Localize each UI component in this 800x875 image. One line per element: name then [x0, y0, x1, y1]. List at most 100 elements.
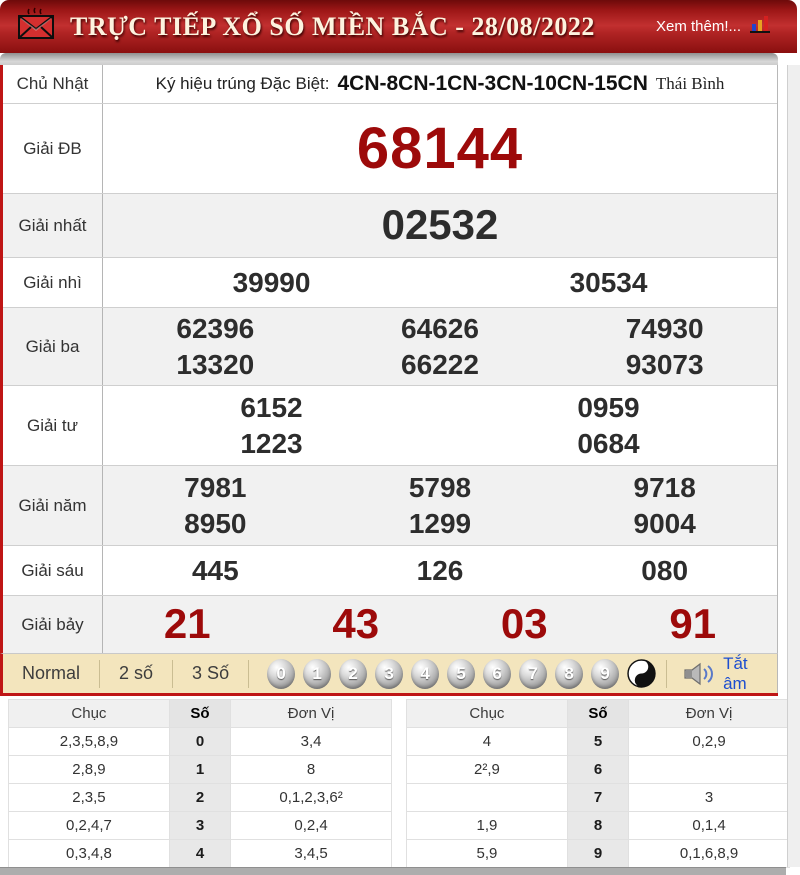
digit-cell: 9: [567, 840, 628, 868]
yin-yang-icon[interactable]: [627, 659, 656, 688]
digit-cell: 4: [169, 840, 230, 868]
toolbar-divider: [248, 660, 249, 688]
vertical-scrollbar[interactable]: [787, 65, 800, 867]
prize-number: 6152: [240, 391, 302, 425]
mode-3-digits[interactable]: 3 Số: [183, 663, 238, 684]
prize-number: 03: [501, 599, 548, 649]
prize-row-first: Giải nhất 02532: [3, 193, 777, 257]
prize-number: 126: [417, 554, 464, 588]
prize-label: Giải nhất: [3, 194, 103, 257]
prize-number: 7981: [184, 471, 246, 505]
prize-row-fifth: Giải năm 7981 5798 9718 8950 1299 9004: [3, 465, 777, 545]
units-cell: 3: [629, 784, 790, 812]
digit-table-right: Chục Số Đơn Vị 4 5 0,2,9 2²,9 6 7 3: [406, 699, 790, 868]
units-cell: 0,2,4: [231, 812, 392, 840]
prize-number: 0959: [577, 391, 639, 425]
prize-row-special: Giải ĐB 68144: [3, 103, 777, 193]
units-cell: 8: [231, 756, 392, 784]
digit-ball-3[interactable]: 3: [375, 659, 403, 689]
units-cell: [629, 756, 790, 784]
prize-label: Giải bảy: [3, 596, 103, 653]
units-cell: 0,2,9: [629, 728, 790, 756]
prize-number: 66222: [401, 348, 479, 382]
digit-ball-6[interactable]: 6: [483, 659, 511, 689]
symbol-label: Ký hiệu trúng Đặc Biệt:: [156, 74, 330, 94]
units-cell: 3,4,5: [231, 840, 392, 868]
prize-row-seventh: Giải bảy 21 43 03 91: [3, 595, 777, 653]
tens-cell: 4: [407, 728, 568, 756]
prize-number: 5798: [409, 471, 471, 505]
prize-number: 21: [164, 599, 211, 649]
prize-label: Giải sáu: [3, 546, 103, 595]
table-row: 2,8,9 1 8: [9, 756, 392, 784]
prize-number: 91: [669, 599, 716, 649]
horizontal-scrollbar[interactable]: [0, 867, 786, 875]
prize-number: 1299: [409, 507, 471, 541]
prize-label: Giải nhì: [3, 258, 103, 307]
digit-ball-9[interactable]: 9: [591, 659, 619, 689]
units-cell: 3,4: [231, 728, 392, 756]
digit-ball-1[interactable]: 1: [303, 659, 331, 689]
speaker-icon: [683, 662, 717, 686]
tens-cell: 0,3,4,8: [9, 840, 170, 868]
prize-number: 8950: [184, 507, 246, 541]
digit-cell: 6: [567, 756, 628, 784]
tens-cell: 1,9: [407, 812, 568, 840]
header-divider-strip: [0, 53, 778, 65]
prize-label: Giải năm: [3, 466, 103, 545]
prize-row-third: Giải ba 62396 64626 74930 13320 66222 93…: [3, 307, 777, 385]
bar-chart-icon[interactable]: [749, 13, 771, 40]
toolbar-divider: [99, 660, 100, 688]
digit-ball-4[interactable]: 4: [411, 659, 439, 689]
digit-ball-8[interactable]: 8: [555, 659, 583, 689]
mode-normal[interactable]: Normal: [13, 663, 89, 684]
prize-number: 02532: [382, 200, 499, 250]
table-row: 0,2,4,7 3 0,2,4: [9, 812, 392, 840]
toolbar-divider: [666, 660, 667, 688]
prize-row-second: Giải nhì 39990 30534: [3, 257, 777, 307]
digit-cell: 7: [567, 784, 628, 812]
digit-cell: 5: [567, 728, 628, 756]
table-row: 0,3,4,8 4 3,4,5: [9, 840, 392, 868]
tens-cell: 2²,9: [407, 756, 568, 784]
col-header-units: Đơn Vị: [629, 700, 790, 728]
digit-cell: 0: [169, 728, 230, 756]
tens-cell: 2,3,5: [9, 784, 170, 812]
mute-button[interactable]: Tắt âm: [683, 654, 767, 694]
prize-number: 74930: [626, 312, 704, 346]
prize-label: Giải ĐB: [3, 104, 103, 193]
draw-day: Chủ Nhật: [3, 65, 103, 103]
prize-row-sixth: Giải sáu 445 126 080: [3, 545, 777, 595]
table-row: 2²,9 6: [407, 756, 790, 784]
table-row: 1,9 8 0,1,4: [407, 812, 790, 840]
prize-number: 0684: [577, 427, 639, 461]
prize-number: 080: [641, 554, 688, 588]
prize-number: 64626: [401, 312, 479, 346]
prize-number: 30534: [570, 266, 648, 300]
prize-number: 62396: [176, 312, 254, 346]
digit-ball-0[interactable]: 0: [267, 659, 295, 689]
digit-ball-5[interactable]: 5: [447, 659, 475, 689]
digit-frequency-area: Chục Số Đơn Vị 2,3,5,8,9 0 3,4 2,8,9 1 8…: [0, 696, 800, 868]
see-more-link[interactable]: Xem thêm!...: [656, 18, 741, 35]
digit-cell: 1: [169, 756, 230, 784]
tens-cell: 5,9: [407, 840, 568, 868]
prize-number: 13320: [176, 348, 254, 382]
tens-cell: 0,2,4,7: [9, 812, 170, 840]
units-cell: 0,1,4: [629, 812, 790, 840]
prize-number: 9718: [634, 471, 696, 505]
header-bar: TRỰC TIẾP XỔ SỐ MIỀN BẮC - 28/08/2022 Xe…: [0, 0, 797, 53]
mode-2-digits[interactable]: 2 số: [110, 663, 162, 684]
digit-cell: 8: [567, 812, 628, 840]
table-row: 2,3,5 2 0,1,2,3,6²: [9, 784, 392, 812]
page-title: TRỰC TIẾP XỔ SỐ MIỀN BẮC - 28/08/2022: [70, 12, 595, 42]
prize-number: 9004: [634, 507, 696, 541]
prize-label: Giải tư: [3, 386, 103, 465]
prize-number: 39990: [233, 266, 311, 300]
prize-number: 43: [332, 599, 379, 649]
digit-ball-2[interactable]: 2: [339, 659, 367, 689]
new-mail-icon[interactable]: [16, 7, 56, 46]
col-header-digit: Số: [567, 700, 628, 728]
col-header-units: Đơn Vị: [231, 700, 392, 728]
digit-ball-7[interactable]: 7: [519, 659, 547, 689]
